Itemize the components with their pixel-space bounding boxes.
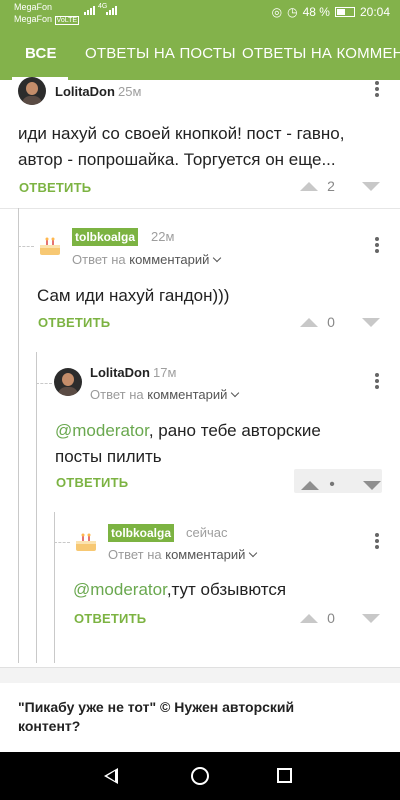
user-mention[interactable]: @moderator (55, 421, 149, 440)
tab-bar: ВСЕ ОТВЕТЫ НА ПОСТЫ ОТВЕТЫ НА КОММЕНТ (0, 28, 400, 80)
vote-count: 2 (327, 178, 335, 194)
avatar[interactable] (72, 528, 100, 556)
comment-time: 17м (153, 365, 177, 380)
downvote-icon[interactable] (362, 181, 380, 191)
comment-author[interactable]: LolitaDon (90, 365, 150, 380)
comment-author[interactable]: tolbkoalga (72, 228, 139, 246)
signal-icon (84, 6, 95, 15)
comment-time: 22м (151, 229, 175, 244)
reply-to-link[interactable]: Ответ на комментарий (72, 252, 222, 267)
upvote-icon[interactable] (300, 613, 318, 623)
more-options-icon[interactable] (371, 532, 383, 552)
comment-text: Сам иди нахуй гандон))) (37, 286, 230, 305)
downvote-icon[interactable] (362, 613, 380, 623)
volte-badge: VoLTE (54, 16, 80, 25)
vote-count: 0 (327, 314, 335, 330)
avatar[interactable] (18, 77, 46, 105)
chevron-down-icon (249, 548, 258, 558)
vote-control: • (301, 476, 381, 494)
tab-post-replies[interactable]: ОТВЕТЫ НА ПОСТЫ (85, 28, 236, 80)
chevron-down-icon (213, 253, 222, 263)
clock: 20:04 (359, 5, 390, 19)
home-icon[interactable] (191, 767, 209, 785)
system-nav-bar (0, 752, 400, 800)
recent-apps-icon[interactable] (277, 768, 292, 783)
carrier-info: MegaFon MegaFon VoLTE (14, 1, 80, 27)
upvote-icon[interactable] (301, 480, 319, 490)
upvote-icon[interactable] (300, 317, 318, 327)
reply-button[interactable]: ОТВЕТИТЬ (74, 611, 146, 626)
cake-icon (76, 533, 96, 551)
upvote-icon[interactable] (300, 181, 318, 191)
back-icon[interactable] (104, 768, 118, 784)
battery-percent: 48 % (302, 5, 330, 19)
comment-text: @moderator,тут обзывются (73, 580, 287, 599)
tab-comment-replies[interactable]: ОТВЕТЫ НА КОММЕНТ (242, 28, 400, 80)
alarm-icon: ◷ (287, 5, 298, 19)
avatar[interactable] (54, 368, 82, 396)
related-post-title[interactable]: "Пикабу уже не тот" © Нужен авторский ко… (18, 698, 358, 736)
carrier-1: MegaFon (14, 2, 53, 12)
thread-connector (54, 542, 70, 543)
more-options-icon[interactable] (371, 236, 383, 256)
comment-time: сейчас (186, 525, 228, 540)
reply-to-link[interactable]: Ответ на комментарий (90, 387, 240, 402)
status-bar: MegaFon MegaFon VoLTE 4G ◎ ◷ 48 % 20:04 (0, 0, 400, 28)
reply-button[interactable]: ОТВЕТИТЬ (19, 180, 91, 195)
thread-line (54, 512, 55, 663)
thread-connector (36, 383, 52, 384)
thread-line (18, 208, 19, 663)
eye-icon: ◎ (271, 5, 283, 19)
more-options-icon[interactable] (371, 372, 383, 392)
avatar[interactable] (36, 232, 64, 260)
carrier-2: MegaFon VoLTE (14, 14, 80, 25)
vote-count: 0 (327, 610, 335, 626)
vote-count: • (329, 476, 335, 493)
reply-to-link[interactable]: Ответ на комментарий (108, 547, 258, 562)
reply-button[interactable]: ОТВЕТИТЬ (56, 475, 128, 490)
comment-time: 25м (118, 84, 142, 99)
reply-button[interactable]: ОТВЕТИТЬ (38, 315, 110, 330)
user-mention[interactable]: @moderator (73, 580, 167, 599)
comment-text: @moderator, рано тебе авторские посты пи… (55, 421, 321, 466)
thread-line (36, 352, 37, 663)
comment-text: иди нахуй со своей кнопкой! пост - гавно… (18, 124, 345, 169)
section-divider (0, 667, 400, 683)
more-options-icon[interactable] (371, 80, 383, 100)
chevron-down-icon (231, 388, 240, 398)
comment-author[interactable]: LolitaDon (55, 84, 115, 99)
downvote-icon[interactable] (362, 317, 380, 327)
cake-icon (40, 237, 60, 255)
vote-control: 2 (300, 178, 380, 194)
vote-control: 0 (300, 610, 380, 626)
battery-icon (334, 7, 355, 17)
signal-icon-2 (106, 6, 117, 15)
status-right: ◎ ◷ 48 % 20:04 (272, 5, 390, 19)
downvote-icon[interactable] (363, 480, 381, 490)
tab-all[interactable]: ВСЕ (25, 28, 57, 80)
vote-control: 0 (300, 314, 380, 330)
comment-author[interactable]: tolbkoalga (108, 524, 175, 542)
divider (0, 208, 400, 209)
thread-connector (18, 246, 34, 247)
